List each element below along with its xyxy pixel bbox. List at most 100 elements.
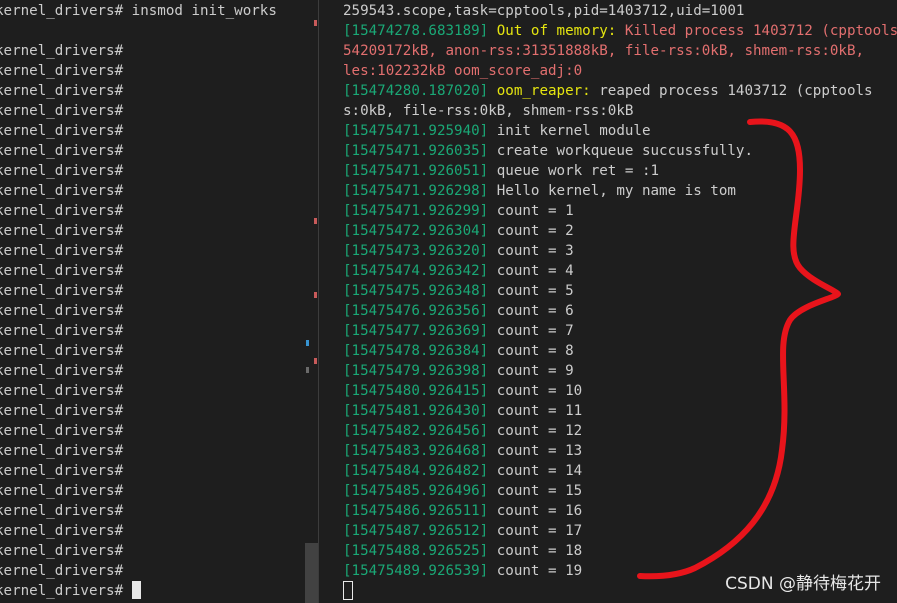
timestamp: [15475478.926384] <box>343 343 489 359</box>
prompt-line: kernel_drivers# <box>0 203 124 219</box>
timestamp: [15475482.926456] <box>343 423 489 439</box>
log-message: count = 4 <box>488 263 574 279</box>
timestamp: [15475477.926369] <box>343 323 489 339</box>
log-line: [15475475.926348] count = 5 <box>343 281 574 301</box>
prompt-line: kernel_drivers# <box>0 183 124 199</box>
log-line: [15475489.926539] count = 19 <box>343 561 582 581</box>
timestamp: [15475471.926298] <box>343 183 489 199</box>
oom-reaper-label: oom_reaper: <box>488 83 591 99</box>
timestamp: [15475472.926304] <box>343 223 489 239</box>
timestamp: [15475484.926482] <box>343 463 489 479</box>
timestamp: [15475474.926342] <box>343 263 489 279</box>
prompt-line: kernel_drivers# <box>0 563 124 579</box>
timestamp: [15475475.926348] <box>343 283 489 299</box>
log-line: [15475474.926342] count = 4 <box>343 261 574 281</box>
log-line: [15475481.926430] count = 11 <box>343 401 582 421</box>
prompt-line: kernel_drivers# <box>0 443 124 459</box>
log-line: [15475484.926482] count = 14 <box>343 461 582 481</box>
oom-kill-line: [15474278.683189] Out of memory: Killed … <box>343 21 897 41</box>
log-line: [15475471.925940] init kernel module <box>343 121 651 141</box>
log-message: count = 18 <box>488 543 583 559</box>
log-message: queue work ret = :1 <box>488 163 660 179</box>
log-message: count = 3 <box>488 243 574 259</box>
log-line: [15475483.926468] count = 13 <box>343 441 582 461</box>
terminal-line: 259543.scope,task=cpptools,pid=1403712,u… <box>343 3 745 19</box>
timestamp: [15475485.926496] <box>343 483 489 499</box>
log-message: count = 16 <box>488 503 583 519</box>
prompt-line: kernel_drivers# <box>0 163 124 179</box>
prompt-line: kernel_drivers# <box>0 283 124 299</box>
prompt-line: kernel_drivers# <box>0 43 124 59</box>
left-terminal-pane[interactable]: kernel_drivers# insmod init_works kernel_… <box>0 0 318 603</box>
oom-reaper-line: [15474280.187020] oom_reaper: reaped pro… <box>343 81 873 101</box>
timestamp: [15475471.926035] <box>343 143 489 159</box>
log-line: [15475473.926320] count = 3 <box>343 241 574 261</box>
timestamp: [15475473.926320] <box>343 243 489 259</box>
prompt-line: kernel_drivers# <box>0 423 124 439</box>
prompt-line: kernel_drivers# <box>0 263 124 279</box>
terminal-cursor <box>343 581 353 600</box>
log-message: count = 8 <box>488 343 574 359</box>
prompt-line: kernel_drivers# <box>0 523 124 539</box>
prompt-line: kernel_drivers# <box>0 223 124 239</box>
prompt-line: kernel_drivers# <box>0 543 124 559</box>
log-line: [15475478.926384] count = 8 <box>343 341 574 361</box>
oom-message: Killed process 1403712 (cpptools <box>616 23 897 39</box>
prompt-line: kernel_drivers# <box>0 83 124 99</box>
right-terminal-pane[interactable]: 259543.scope,task=cpptools,pid=1403712,u… <box>319 0 897 603</box>
log-line: [15475486.926511] count = 16 <box>343 501 582 521</box>
timestamp: [15475486.926511] <box>343 503 489 519</box>
watermark: CSDN @静待梅花开 <box>725 574 881 594</box>
left-terminal-scrollbar[interactable] <box>305 543 318 603</box>
log-message: count = 14 <box>488 463 583 479</box>
scroll-mark <box>314 20 317 26</box>
terminal-cursor <box>131 581 141 599</box>
log-message: count = 17 <box>488 523 583 539</box>
timestamp: [15474280.187020] <box>343 83 489 99</box>
log-message: init kernel module <box>488 123 651 139</box>
prompt-line: kernel_drivers# <box>0 143 124 159</box>
prompt-line: kernel_drivers# <box>0 383 124 399</box>
timestamp: [15475476.926356] <box>343 303 489 319</box>
log-line: [15475471.926299] count = 1 <box>343 201 574 221</box>
log-line: [15475480.926415] count = 10 <box>343 381 582 401</box>
timestamp: [15475471.926051] <box>343 163 489 179</box>
prompt-line: kernel_drivers# <box>0 363 124 379</box>
prompt-line: kernel_drivers# <box>0 403 124 419</box>
prompt-line: kernel_drivers# <box>0 123 124 139</box>
log-line: [15475471.926298] Hello kernel, my name … <box>343 181 736 201</box>
log-message: count = 19 <box>488 563 583 579</box>
prompt-line: kernel_drivers# <box>0 103 124 119</box>
oom-label: Out of memory: <box>488 23 617 39</box>
oom-kill-continuation: les:102232kB oom_score_adj:0 <box>343 63 583 79</box>
timestamp: [15475471.926299] <box>343 203 489 219</box>
prompt-line: kernel_drivers# <box>0 323 124 339</box>
log-message: count = 7 <box>488 323 574 339</box>
timestamp: [15475487.926512] <box>343 523 489 539</box>
log-line: [15475479.926398] count = 9 <box>343 361 574 381</box>
log-message: count = 9 <box>488 363 574 379</box>
scroll-mark <box>314 292 317 298</box>
log-line: [15475471.926051] queue work ret = :1 <box>343 161 659 181</box>
log-message: count = 2 <box>488 223 574 239</box>
prompt-line: kernel_drivers# <box>0 463 124 479</box>
log-message: count = 13 <box>488 443 583 459</box>
log-message: count = 1 <box>488 203 574 219</box>
prompt-line: kernel_drivers# <box>0 503 124 519</box>
terminal-prompt-line[interactable] <box>343 581 353 601</box>
log-message: count = 11 <box>488 403 583 419</box>
prompt-line: kernel_drivers# <box>0 343 124 359</box>
scroll-mark <box>314 358 317 364</box>
log-message: count = 15 <box>488 483 583 499</box>
log-message: count = 12 <box>488 423 583 439</box>
timestamp: [15475489.926539] <box>343 563 489 579</box>
oom-kill-continuation: 54209172kB, anon-rss:31351888kB, file-rs… <box>343 43 865 59</box>
prompt-line: kernel_drivers# <box>0 581 141 601</box>
timestamp: [15475483.926468] <box>343 443 489 459</box>
log-line: [15475488.926525] count = 18 <box>343 541 582 561</box>
timestamp: [15475479.926398] <box>343 363 489 379</box>
prompt-line: kernel_drivers# insmod init_works <box>0 3 277 19</box>
log-line: [15475485.926496] count = 15 <box>343 481 582 501</box>
scroll-mark <box>314 218 317 224</box>
prompt-line: kernel_drivers# <box>0 483 124 499</box>
